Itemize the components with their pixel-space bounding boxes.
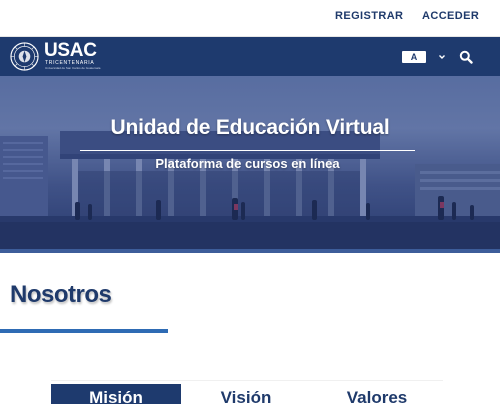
tabs-divider [51,380,443,381]
search-icon[interactable] [459,50,473,64]
top-utility-bar: REGISTRAR ACCEDER [0,0,500,37]
register-link[interactable]: REGISTRAR [335,10,403,22]
main-navbar: USAC TRICENTENARIA Universidad de San Ca… [0,37,500,76]
hero-divider [80,150,415,151]
hero-subtitle: Plataforma de cursos en línea [155,156,340,171]
section-title: Nosotros [10,281,112,308]
tab-mision[interactable]: Misión [51,384,181,404]
accessibility-button[interactable]: A [402,51,426,63]
logo-text[interactable]: USAC [44,41,97,60]
accessibility-label: A [410,52,418,62]
tab-vision[interactable]: Visión [181,384,311,404]
login-link[interactable]: ACCEDER [422,10,479,22]
hero-banner: Unidad de Educación Virtual Plataforma d… [0,76,500,252]
tab-valores[interactable]: Valores [312,384,442,404]
section-underline [0,329,168,333]
logo-caption: Universidad de San Carlos de Guatemala [45,66,101,70]
seal-icon[interactable] [10,42,39,71]
hero-bottom-border [0,249,500,253]
chevron-down-icon[interactable] [437,52,447,62]
hero-title: Unidad de Educación Virtual [110,116,390,139]
